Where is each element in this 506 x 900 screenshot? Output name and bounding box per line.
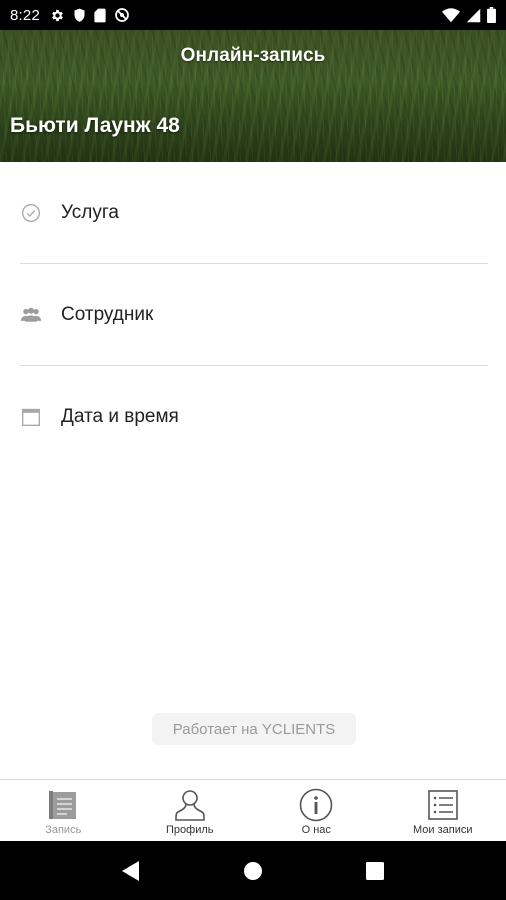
person-icon [174,788,206,822]
battery-icon [487,7,496,23]
signal-icon [466,8,481,23]
nav-label: Мои записи [412,824,473,836]
wifi-icon [442,7,460,23]
menu-item-staff[interactable]: Сотрудник [0,264,506,366]
nav-label: Профиль [166,824,214,836]
menu-item-label: Дата и время [61,406,179,427]
nav-label: О нас [301,824,331,836]
header-banner: Онлайн-запись Бьюти Лаунж 48 [0,30,506,162]
booking-menu: Услуга Сотрудник Дата и время [0,162,506,468]
nav-label: Запись [45,824,82,836]
nav-tab-about[interactable]: О нас [253,780,380,841]
status-time: 8:22 [10,6,40,24]
home-icon[interactable] [233,851,273,891]
check-circle-icon [20,202,42,224]
calendar-icon [20,406,42,428]
info-icon [299,788,333,822]
nav-tab-booking[interactable]: Запись [0,780,127,841]
people-icon [20,304,42,326]
bottom-navigation: Запись Профиль О нас Мои записи [0,779,506,841]
menu-item-datetime[interactable]: Дата и время [0,366,506,468]
company-name: Бьюти Лаунж 48 [10,114,180,137]
sd-card-icon [94,8,106,23]
powered-by-badge[interactable]: Работает на YCLIENTS [152,713,356,745]
nav-tab-profile[interactable]: Профиль [127,780,254,841]
gear-icon [50,8,65,23]
no-sim-icon [114,7,130,23]
recents-icon[interactable] [355,851,395,891]
list-icon [427,788,459,822]
menu-item-label: Услуга [61,202,119,223]
menu-item-label: Сотрудник [61,304,154,325]
status-bar: 8:22 [0,0,506,30]
back-icon[interactable] [111,851,151,891]
system-navigation-bar [0,841,506,900]
menu-item-service[interactable]: Услуга [0,162,506,264]
shield-icon [73,8,86,23]
nav-tab-my-bookings[interactable]: Мои записи [380,780,506,841]
book-icon [47,788,79,822]
page-title: Онлайн-запись [180,45,326,66]
